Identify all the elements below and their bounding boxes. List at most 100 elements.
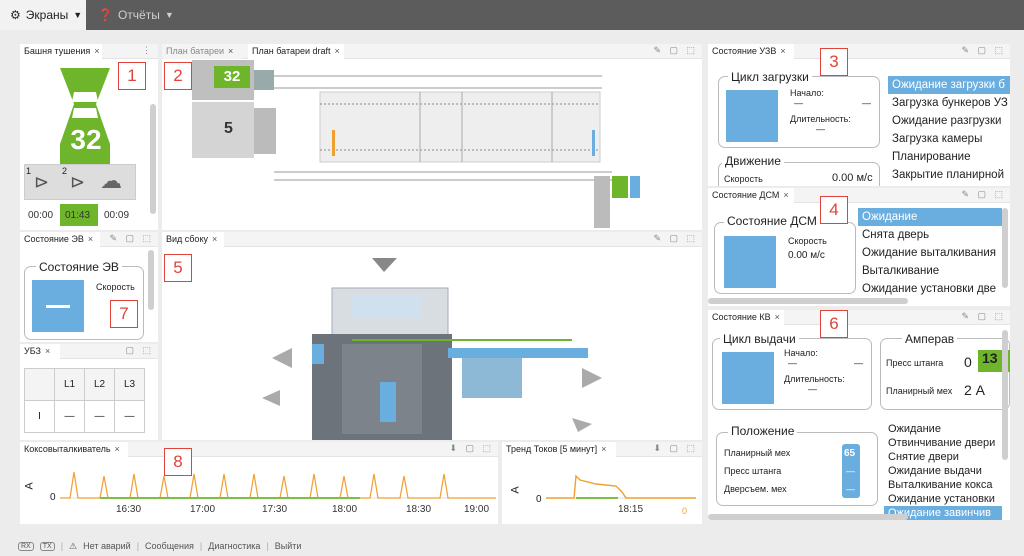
play-icon[interactable]: ⊳ <box>34 172 49 193</box>
gear-icon: ⚙ <box>10 8 21 22</box>
screens-menu[interactable]: ⚙ Экраны ▼ <box>0 0 86 30</box>
panel-tools-icon[interactable]: ⬇ ▢ ⬚ <box>653 443 698 454</box>
diagnostics-link[interactable]: Диагностика <box>208 541 260 551</box>
close-icon[interactable]: × <box>88 234 93 244</box>
side-view-panel: Вид сбоку × ✎ ▢ ⬚ <box>162 232 702 440</box>
close-icon[interactable]: × <box>783 190 788 200</box>
y-axis-unit: A <box>23 482 36 490</box>
tab-plan-draft[interactable]: План батареи draft × <box>248 44 344 59</box>
panel-header: Состояние КВ × ✎ ▢ ⬚ <box>708 310 1010 325</box>
close-icon[interactable]: × <box>94 46 99 56</box>
tab-side-view[interactable]: Вид сбоку × <box>162 232 224 247</box>
list-item[interactable]: Загрузка камеры <box>888 130 1010 148</box>
step-1-label: 1 <box>26 166 32 176</box>
issue-cycle-title: Цикл выдачи <box>720 332 799 346</box>
tab-trend[interactable]: Тренд Токов [5 минут] × <box>502 442 616 457</box>
table-cell: — <box>84 400 115 433</box>
list-item[interactable]: Ожидание разгрузки <box>888 112 1010 130</box>
uzv-state-list: Ожидание загрузки б Загрузка бункеров УЗ… <box>888 76 1010 184</box>
panel-tools-icon[interactable]: ✎ ▢ ⬚ <box>961 311 1006 322</box>
list-item[interactable]: Планирование <box>888 148 1010 166</box>
list-item[interactable]: Ожидание <box>884 422 1002 436</box>
list-item[interactable]: Ожидание <box>858 208 1002 226</box>
scrollbar[interactable] <box>1002 330 1008 460</box>
step-2-label: 2 <box>62 166 68 176</box>
alarm-link[interactable]: Нет аварий <box>83 541 131 551</box>
help-icon: ❓ <box>98 8 113 22</box>
timer-2: 01:43 <box>65 210 91 221</box>
scrollbar[interactable] <box>1002 208 1008 288</box>
close-icon[interactable]: × <box>780 46 785 56</box>
panel-tools-icon[interactable]: ▢ ⬚ <box>125 345 154 356</box>
list-item[interactable]: Выталкивание <box>858 262 1002 280</box>
kv-panel: Состояние КВ × ✎ ▢ ⬚ Цикл выдачи Начало: … <box>708 310 1010 520</box>
tab-uzv[interactable]: Состояние УЗВ × <box>708 44 794 59</box>
pos-press-value: — <box>846 466 855 476</box>
start-label: Начало: <box>784 348 818 358</box>
close-icon[interactable]: × <box>115 444 120 454</box>
tab-ev[interactable]: Состояние ЭВ × <box>20 232 100 247</box>
separator: | <box>266 541 269 551</box>
start-value: — <box>794 98 803 108</box>
press-label: Пресс штанга <box>886 358 944 368</box>
list-item[interactable]: Ожидание загрузки б <box>888 76 1010 94</box>
close-icon[interactable]: × <box>775 312 780 322</box>
pos-plan-label: Планирный мех <box>724 448 791 458</box>
status-bar: RX TX | ⚠ Нет аварий | Сообщения | Диагн… <box>0 536 1024 556</box>
x-tick: 18:15 <box>618 504 644 515</box>
list-item[interactable]: Ожидание выталкивания <box>858 244 1002 262</box>
list-item[interactable]: Ожидание установки две <box>858 280 1002 298</box>
pos-door-label: Дверсъем. мех <box>724 484 787 494</box>
chevron-down-icon: ▼ <box>164 10 174 20</box>
table-header-row: L1 L2 L3 <box>24 368 145 401</box>
panel-tools-icon[interactable]: ✎ ▢ ⬚ <box>961 45 1006 56</box>
dsm-status <box>724 236 776 288</box>
panel-tools-icon[interactable]: ✎ ▢ ⬚ <box>961 189 1006 200</box>
panel-header: УБЗ × ▢ ⬚ <box>20 344 158 359</box>
play-icon[interactable]: ⊳ <box>70 172 85 193</box>
tab-koks[interactable]: Коксовыталкиватель × <box>20 442 128 457</box>
speed-label: Скорость <box>788 236 827 246</box>
tab-kv[interactable]: Состояние КВ × <box>708 310 784 325</box>
list-item[interactable]: Отвинчивание двери <box>884 436 1002 450</box>
panel-tools-icon[interactable]: ✎ ▢ ⬚ <box>109 233 154 244</box>
tab-ubz[interactable]: УБЗ × <box>20 344 60 359</box>
duration-label: Длительность: <box>784 374 845 384</box>
list-item[interactable]: Ожидание выдачи <box>884 464 1002 478</box>
speed-value: 0.00 м/с <box>832 172 873 184</box>
plan-value: 2 А <box>964 382 986 398</box>
list-item[interactable]: Загрузка бункеров УЗ <box>888 94 1010 112</box>
exit-link[interactable]: Выйти <box>275 541 302 551</box>
speed-value: 0.00 м/с <box>788 250 825 261</box>
rx-indicator: RX <box>18 541 34 551</box>
scrollbar[interactable] <box>150 104 156 214</box>
list-item[interactable]: Закрытие планирной <box>888 166 1010 184</box>
close-icon[interactable]: × <box>335 46 340 56</box>
more-icon[interactable]: ⋮ <box>142 45 154 56</box>
tab-dsm[interactable]: Состояние ДСМ × <box>708 188 794 203</box>
panel-tools-icon[interactable]: ⬇ ▢ ⬚ <box>449 443 494 454</box>
panel-tools-icon[interactable]: ✎ ▢ ⬚ <box>653 45 698 56</box>
start-value-2: — <box>854 358 863 368</box>
close-icon[interactable]: × <box>228 46 233 56</box>
list-item[interactable]: Выталкивание кокса <box>884 478 1002 492</box>
scrollbar[interactable] <box>708 298 908 304</box>
scrollbar[interactable] <box>148 250 154 310</box>
close-icon[interactable]: × <box>601 444 606 454</box>
list-item[interactable]: Снятие двери <box>884 450 1002 464</box>
close-icon[interactable]: × <box>45 346 50 356</box>
marker-1: 1 <box>118 62 146 90</box>
panel-header: Состояние ЭВ × ✎ ▢ ⬚ <box>20 232 158 247</box>
column-header: L1 <box>54 368 85 401</box>
tab-tower[interactable]: Башня тушения × <box>20 44 102 59</box>
list-item[interactable]: Снята дверь <box>858 226 1002 244</box>
list-item[interactable]: Ожидание установки <box>884 492 1002 506</box>
scrollbar[interactable] <box>708 514 908 520</box>
messages-link[interactable]: Сообщения <box>145 541 194 551</box>
duration-value: — <box>816 124 825 134</box>
panel-tools-icon[interactable]: ✎ ▢ ⬚ <box>653 233 698 244</box>
reports-menu[interactable]: ❓ Отчёты ▼ <box>88 0 184 30</box>
tab-plan[interactable]: План батареи × <box>162 44 242 59</box>
panel-header: Состояние ДСМ × ✎ ▢ ⬚ <box>708 188 1010 203</box>
close-icon[interactable]: × <box>212 234 217 244</box>
